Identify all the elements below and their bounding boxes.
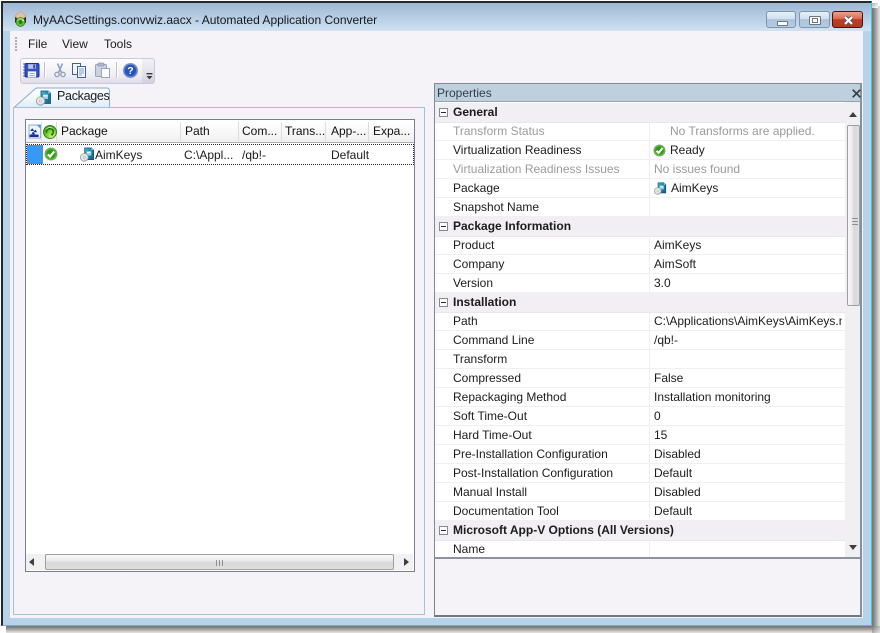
svg-text:?: ? <box>127 65 133 77</box>
